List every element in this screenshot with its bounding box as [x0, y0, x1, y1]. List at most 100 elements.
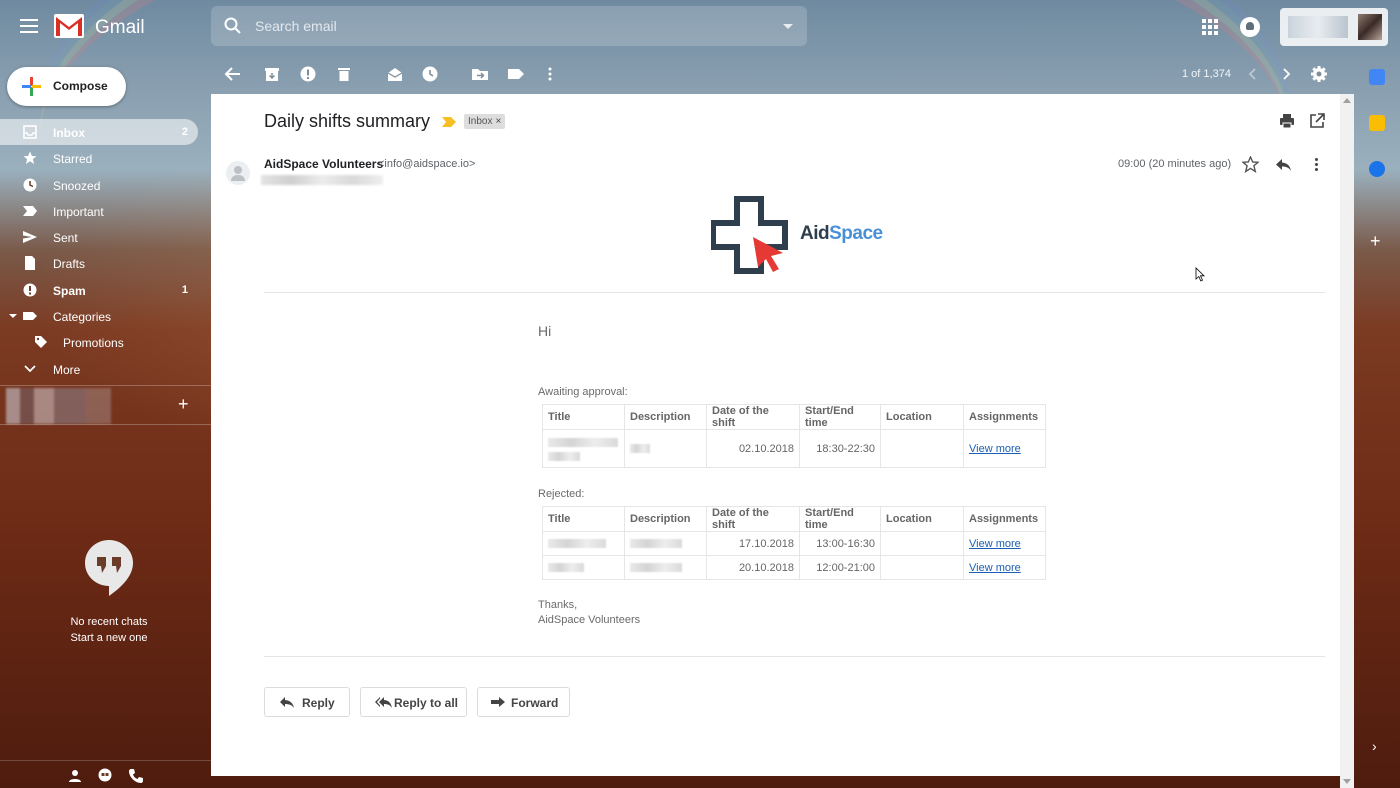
forward-button[interactable]: Forward: [477, 687, 570, 717]
aidspace-cross-icon: [711, 196, 788, 274]
compose-label: Compose: [53, 79, 108, 93]
cell-assignments: View more: [963, 555, 1046, 580]
col-title: Title: [542, 506, 625, 532]
search-input[interactable]: [255, 6, 755, 46]
compose-button[interactable]: Compose: [7, 67, 126, 106]
main-menu-icon[interactable]: [18, 16, 40, 38]
chip-label: Inbox: [468, 116, 493, 127]
snooze-icon[interactable]: [421, 65, 439, 83]
add-label-icon[interactable]: +: [178, 395, 192, 413]
cell-title-redacted: [542, 531, 625, 556]
print-icon[interactable]: [1279, 113, 1295, 129]
search-options-icon[interactable]: [783, 24, 793, 29]
divider: [0, 424, 211, 425]
back-arrow-icon[interactable]: [224, 65, 242, 83]
divider: [264, 292, 1325, 293]
closing-signature: AidSpace Volunteers: [538, 614, 641, 626]
phone-icon[interactable]: [128, 768, 144, 784]
open-new-window-icon[interactable]: [1309, 113, 1325, 129]
draft-icon: [25, 256, 35, 271]
cell-date: 02.10.2018: [706, 429, 800, 468]
awaiting-approval-heading: Awaiting approval:: [538, 386, 628, 398]
more-vert-icon[interactable]: [1308, 156, 1325, 173]
email-scrollbar[interactable]: [1340, 94, 1354, 788]
top-bar: Gmail: [0, 0, 1400, 54]
newer-chevron-icon[interactable]: [1244, 65, 1262, 83]
star-icon[interactable]: [1242, 156, 1259, 173]
view-more-link[interactable]: View more: [969, 562, 1021, 574]
scroll-up-arrow-icon[interactable]: [1343, 98, 1351, 103]
col-assignments: Assignments: [963, 506, 1046, 532]
sidebar-item-snoozed[interactable]: Snoozed: [0, 172, 198, 198]
gmail-logo-icon[interactable]: [54, 14, 84, 38]
account-name-redacted: [1288, 16, 1348, 38]
sidebar-item-label: Promotions: [63, 336, 124, 351]
delete-icon[interactable]: [335, 65, 353, 83]
aidspace-wordmark: AidSpace: [800, 223, 883, 245]
col-date: Date of the shift: [706, 404, 800, 430]
view-more-link[interactable]: View more: [969, 538, 1021, 550]
inbox-icon: [23, 125, 37, 139]
message-time: 09:00 (20 minutes ago): [1118, 158, 1232, 170]
important-icon: [23, 205, 37, 216]
report-spam-icon[interactable]: [299, 65, 317, 83]
cell-time: 18:30-22:30: [799, 429, 881, 468]
sidebar-item-starred[interactable]: Starred: [0, 145, 198, 171]
calendar-icon[interactable]: [1369, 69, 1385, 85]
sidebar-item-important[interactable]: Important: [0, 198, 198, 224]
more-vert-icon[interactable]: [541, 65, 559, 83]
col-description: Description: [624, 506, 707, 532]
hangouts-chat-icon[interactable]: [97, 768, 113, 784]
sidebar-item-label: Inbox: [53, 126, 85, 140]
sidebar-item-spam[interactable]: Spam 1: [0, 277, 198, 303]
reply-all-icon: [375, 697, 392, 708]
sidebar-item-inbox[interactable]: Inbox 2: [0, 119, 198, 146]
notifications-icon[interactable]: [1240, 17, 1260, 37]
sidebar-item-more[interactable]: More: [0, 356, 198, 382]
archive-icon[interactable]: [263, 65, 281, 83]
person-icon[interactable]: [67, 768, 83, 784]
start-chat-link[interactable]: Start a new one: [0, 632, 218, 644]
apps-grid-icon[interactable]: [1202, 19, 1218, 35]
greeting: Hi: [538, 323, 552, 339]
wordmark-aid: Aid: [800, 223, 830, 244]
expand-panel-icon[interactable]: ›: [1372, 738, 1382, 754]
forward-icon: [491, 697, 505, 707]
spam-icon: [23, 283, 37, 297]
tasks-icon[interactable]: [1369, 161, 1385, 177]
sender-avatar: [226, 161, 250, 185]
move-to-icon[interactable]: [471, 65, 489, 83]
expand-arrow-icon[interactable]: [9, 314, 17, 319]
cell-date: 20.10.2018: [706, 555, 800, 580]
search-icon[interactable]: [223, 16, 243, 36]
older-chevron-icon[interactable]: [1277, 65, 1295, 83]
account-switcher[interactable]: [1280, 8, 1388, 46]
app-name[interactable]: Gmail: [95, 17, 145, 39]
get-addons-icon[interactable]: +: [1370, 232, 1384, 250]
side-panel: + ›: [1354, 54, 1400, 788]
search-bar[interactable]: [211, 6, 807, 46]
sidebar-item-label: Sent: [53, 231, 78, 246]
table-header-row: Title Description Date of the shift Star…: [542, 506, 1046, 532]
recipient-redacted: [261, 175, 383, 185]
clock-icon: [23, 178, 37, 192]
labels-icon[interactable]: [507, 65, 525, 83]
reply-icon[interactable]: [1275, 156, 1292, 173]
scroll-down-arrow-icon[interactable]: [1343, 779, 1351, 784]
cell-time: 12:00-21:00: [799, 555, 881, 580]
mark-unread-icon[interactable]: [386, 65, 404, 83]
view-more-link[interactable]: View more: [969, 443, 1021, 455]
keep-icon[interactable]: [1369, 115, 1385, 131]
sidebar-item-categories[interactable]: Categories: [0, 303, 198, 329]
remove-label-icon[interactable]: ×: [495, 116, 501, 127]
sidebar-item-label: Starred: [53, 152, 93, 167]
sidebar-item-sent[interactable]: Sent: [0, 224, 198, 250]
col-description: Description: [624, 404, 707, 430]
reply-button[interactable]: Reply: [264, 687, 350, 717]
reply-all-button[interactable]: Reply to all: [360, 687, 467, 717]
important-marker-icon[interactable]: [442, 117, 456, 127]
settings-gear-icon[interactable]: [1310, 65, 1328, 83]
sidebar-item-drafts[interactable]: Drafts: [0, 250, 198, 276]
divider: [0, 385, 211, 386]
sidebar-item-promotions[interactable]: Promotions: [0, 329, 198, 355]
